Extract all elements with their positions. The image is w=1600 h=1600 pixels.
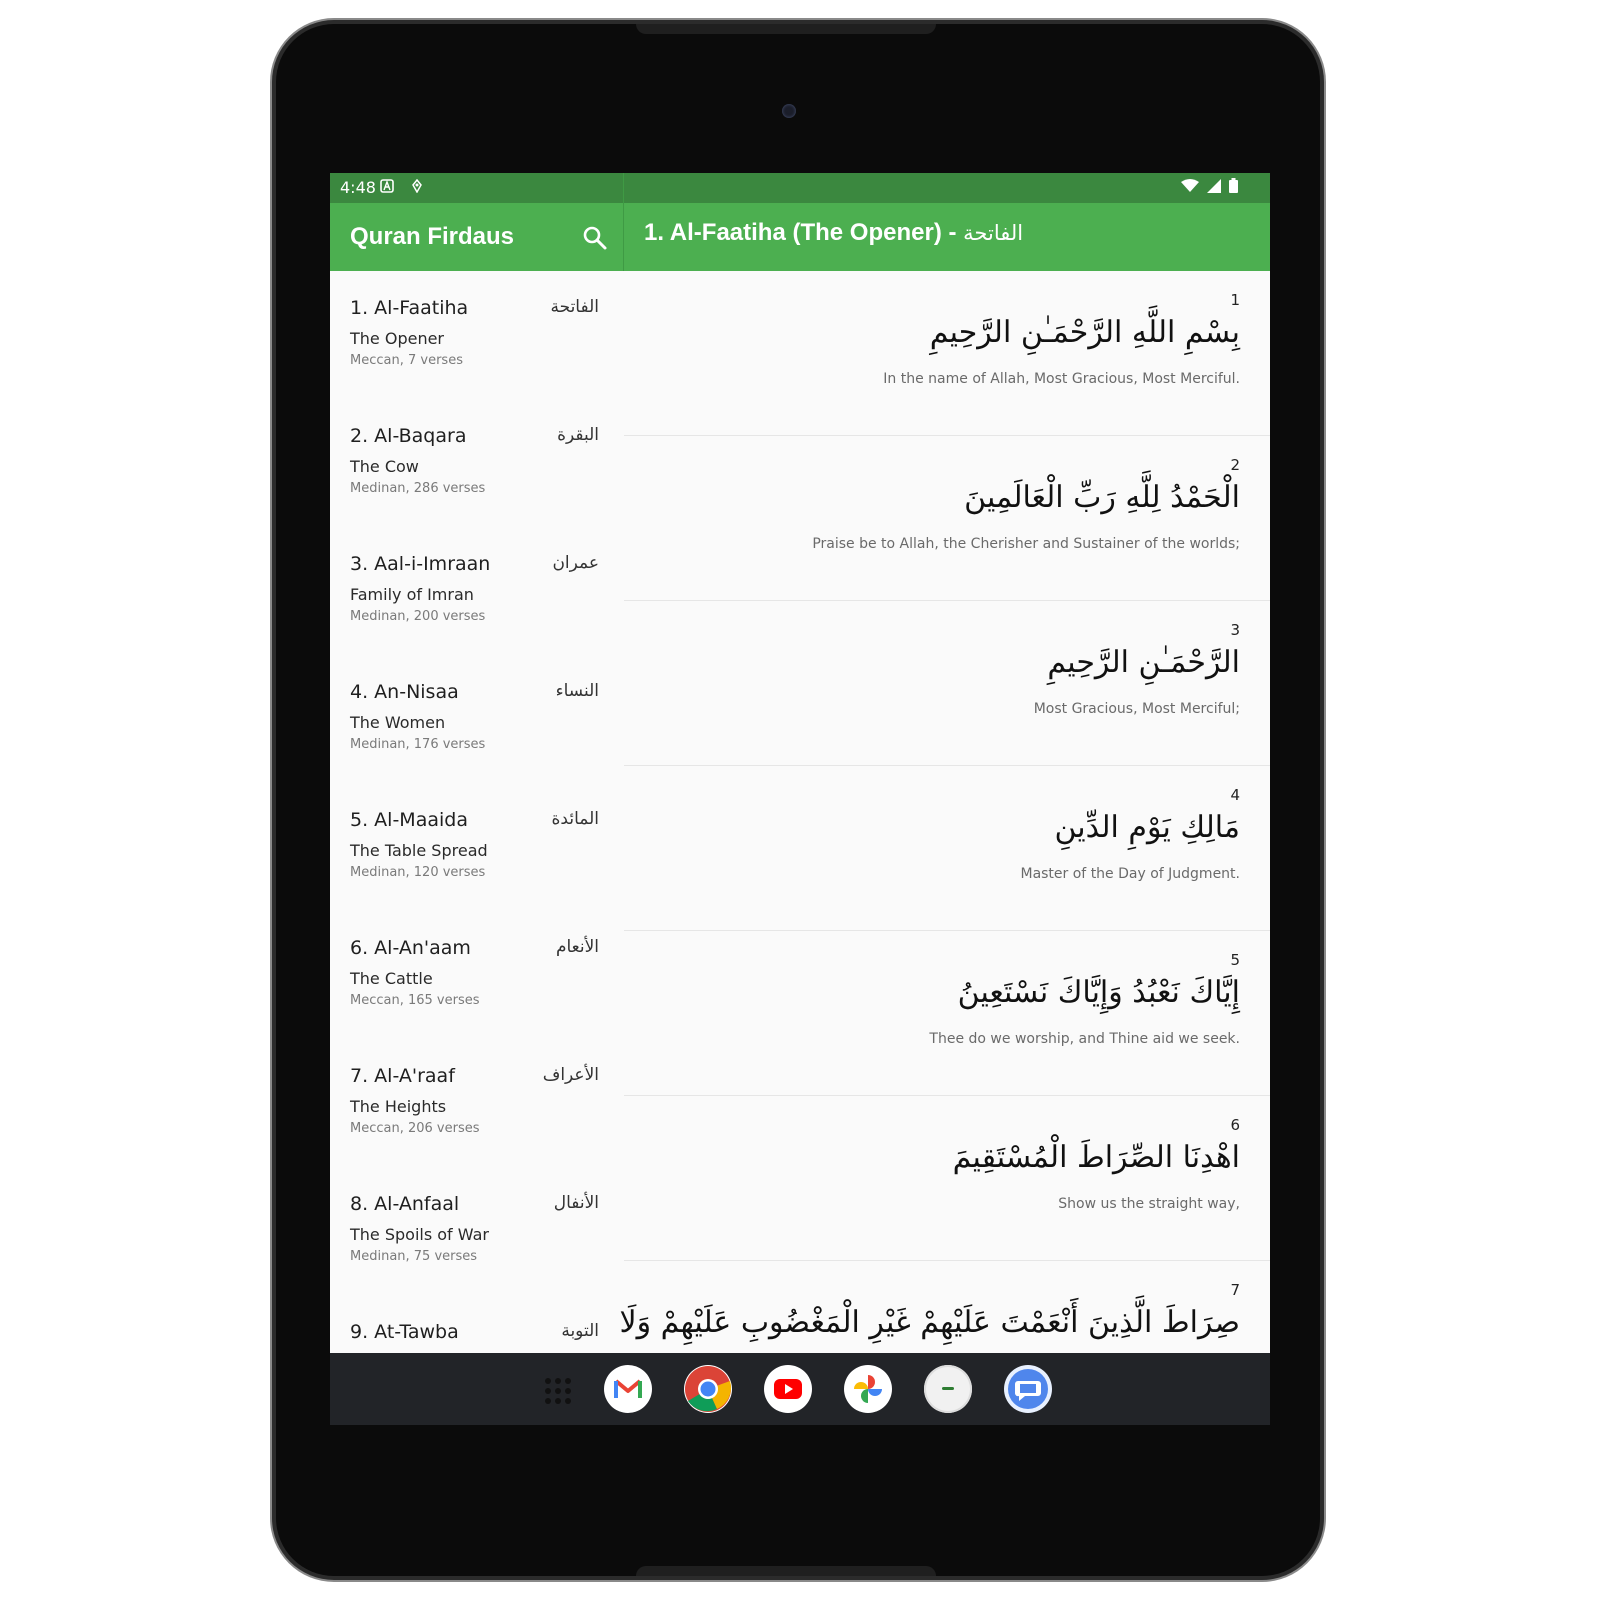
tablet-top-edge: [636, 24, 936, 34]
verse-number: 1: [1230, 291, 1240, 309]
wifi-icon: [1180, 179, 1199, 192]
screen: 4:48 Quran Firdaus 1. Al-Faatiha (The Op…: [330, 173, 1270, 1425]
list-item[interactable]: 7. Al-A'raaf الأعراف The Heights Meccan,…: [330, 1039, 623, 1167]
photos-icon[interactable]: [844, 1365, 892, 1413]
verse-translation: Show us the straight way,: [1058, 1196, 1240, 1212]
surah-translation: The Table Spread: [350, 841, 488, 860]
signal-icon: [1206, 179, 1221, 193]
app-bar: Quran Firdaus: [330, 203, 623, 271]
verse-translation: Praise be to Allah, the Cherisher and Su…: [812, 536, 1240, 552]
surah-meta: Medinan, 120 verses: [350, 865, 486, 880]
surah-name: 1. Al-Faatiha: [350, 297, 469, 319]
surah-arabic-name: الفاتحة: [550, 297, 599, 317]
battery-icon: [1229, 178, 1238, 193]
list-item[interactable]: 2. Al-Baqara البقرة The Cow Medinan, 286…: [330, 399, 623, 527]
surah-meta: Medinan, 200 verses: [350, 609, 486, 624]
youtube-icon[interactable]: [764, 1365, 812, 1413]
verse-translation: In the name of Allah, Most Gracious, Mos…: [883, 371, 1240, 387]
search-icon[interactable]: [582, 225, 608, 251]
surah-name: 3. Aal-i-Imraan: [350, 553, 491, 575]
surah-name: 8. Al-Anfaal: [350, 1193, 460, 1215]
verse-translation: Master of the Day of Judgment.: [1020, 866, 1240, 882]
verse-number: 2: [1230, 456, 1240, 474]
quran-app-icon[interactable]: [924, 1365, 972, 1413]
verse-number: 4: [1230, 786, 1240, 804]
verse-item[interactable]: 3 الرَّحْمَـٰنِ الرَّحِيمِ Most Gracious…: [624, 601, 1270, 766]
surah-meta: Medinan, 176 verses: [350, 737, 486, 752]
list-item[interactable]: 1. Al-Faatiha الفاتحة The Opener Meccan,…: [330, 271, 623, 399]
gmail-icon[interactable]: [604, 1365, 652, 1413]
surah-arabic-name: الأنفال: [553, 1193, 599, 1213]
surah-name: 2. Al-Baqara: [350, 425, 467, 447]
surah-meta: Meccan, 7 verses: [350, 353, 463, 368]
verse-arabic: مَالِكِ يَوْمِ الدِّينِ: [1054, 810, 1240, 845]
list-item[interactable]: 5. Al-Maaida المائدة The Table Spread Me…: [330, 783, 623, 911]
surah-translation: The Opener: [350, 329, 444, 348]
surah-arabic-name: المائدة: [551, 809, 599, 829]
surah-translation: The Cattle: [350, 969, 433, 988]
messages-icon[interactable]: [1004, 1365, 1052, 1413]
status-icons: [1180, 178, 1238, 197]
verse-arabic: الْحَمْدُ لِلَّهِ رَبِّ الْعَالَمِينَ: [964, 480, 1240, 515]
chapter-title: 1. Al-Faatiha (The Opener) - الفاتحة: [644, 219, 1023, 247]
surah-name: 7. Al-A'raaf: [350, 1065, 455, 1087]
list-item[interactable]: 4. An-Nisaa النساء The Women Medinan, 17…: [330, 655, 623, 783]
front-camera: [782, 104, 796, 118]
chapter-header: 1. Al-Faatiha (The Opener) - الفاتحة: [624, 203, 1270, 271]
keyboard-notification-icon: [380, 179, 394, 197]
verse-number: 6: [1230, 1116, 1240, 1134]
verse-arabic: صِرَاطَ الَّذِينَ أَنْعَمْتَ عَلَيْهِمْ …: [619, 1305, 1240, 1340]
surah-translation: The Heights: [350, 1097, 447, 1116]
location-notification-icon: [410, 178, 424, 197]
verse-translation: Thee do we worship, and Thine aid we see…: [929, 1031, 1240, 1047]
verse-arabic: اهْدِنَا الصِّرَاطَ الْمُسْتَقِيمَ: [952, 1140, 1240, 1175]
verse-number: 5: [1230, 951, 1240, 969]
surah-arabic-name: النساء: [555, 681, 599, 701]
chapter-title-arabic: الفاتحة: [963, 221, 1024, 245]
status-bar: 4:48: [330, 173, 1270, 203]
list-item[interactable]: 8. Al-Anfaal الأنفال The Spoils of War M…: [330, 1167, 623, 1295]
surah-meta: Meccan, 165 verses: [350, 993, 480, 1008]
list-item[interactable]: 3. Aal-i-Imraan عمران Family of Imran Me…: [330, 527, 623, 655]
status-time: 4:48: [340, 178, 376, 197]
surah-meta: Medinan, 286 verses: [350, 481, 486, 496]
verse-arabic: الرَّحْمَـٰنِ الرَّحِيمِ: [1047, 645, 1240, 680]
surah-meta: Meccan, 206 verses: [350, 1121, 480, 1136]
surah-name: 9. At-Tawba: [350, 1321, 459, 1343]
surah-list: 1. Al-Faatiha الفاتحة The Opener Meccan,…: [330, 271, 623, 1425]
chapter-title-text: 1. Al-Faatiha (The Opener) -: [644, 219, 964, 246]
verse-number: 3: [1230, 621, 1240, 639]
app-drawer-icon[interactable]: [544, 1377, 572, 1405]
verse-translation: Most Gracious, Most Merciful;: [1033, 701, 1240, 717]
surah-arabic-name: البقرة: [557, 425, 599, 445]
verse-item[interactable]: 4 مَالِكِ يَوْمِ الدِّينِ Master of the …: [624, 766, 1270, 931]
surah-translation: Family of Imran: [350, 585, 474, 604]
verse-item[interactable]: 6 اهْدِنَا الصِّرَاطَ الْمُسْتَقِيمَ Sho…: [624, 1096, 1270, 1261]
verse-list: 1 بِسْمِ اللَّهِ الرَّحْمَـٰنِ الرَّحِيم…: [619, 271, 1270, 1425]
surah-translation: The Women: [350, 713, 446, 732]
surah-name: 5. Al-Maaida: [350, 809, 468, 831]
verse-arabic: بِسْمِ اللَّهِ الرَّحْمَـٰنِ الرَّحِيمِ: [929, 315, 1240, 350]
surah-arabic-name: عمران: [552, 553, 599, 573]
verse-arabic: إِيَّاكَ نَعْبُدُ وَإِيَّاكَ نَسْتَعِينُ: [957, 975, 1240, 1010]
surah-name: 4. An-Nisaa: [350, 681, 459, 703]
surah-translation: The Spoils of War: [350, 1225, 489, 1244]
surah-translation: The Cow: [350, 457, 419, 476]
surah-meta: Medinan, 75 verses: [350, 1249, 478, 1264]
app-title: Quran Firdaus: [350, 223, 515, 250]
tablet-bottom-edge: [636, 1566, 936, 1576]
chrome-icon[interactable]: [684, 1365, 732, 1413]
verse-item[interactable]: 5 إِيَّاكَ نَعْبُدُ وَإِيَّاكَ نَسْتَعِي…: [624, 931, 1270, 1096]
surah-arabic-name: التوبة: [561, 1321, 599, 1341]
surah-arabic-name: الأنعام: [555, 937, 599, 957]
surah-name: 6. Al-An'aam: [350, 937, 471, 959]
verse-item[interactable]: 2 الْحَمْدُ لِلَّهِ رَبِّ الْعَالَمِينَ …: [624, 436, 1270, 601]
app-dock: [330, 1353, 1270, 1425]
verse-number: 7: [1230, 1281, 1240, 1299]
verse-item[interactable]: 1 بِسْمِ اللَّهِ الرَّحْمَـٰنِ الرَّحِيم…: [624, 271, 1270, 436]
list-item[interactable]: 6. Al-An'aam الأنعام The Cattle Meccan, …: [330, 911, 623, 1039]
surah-arabic-name: الأعراف: [542, 1065, 599, 1085]
